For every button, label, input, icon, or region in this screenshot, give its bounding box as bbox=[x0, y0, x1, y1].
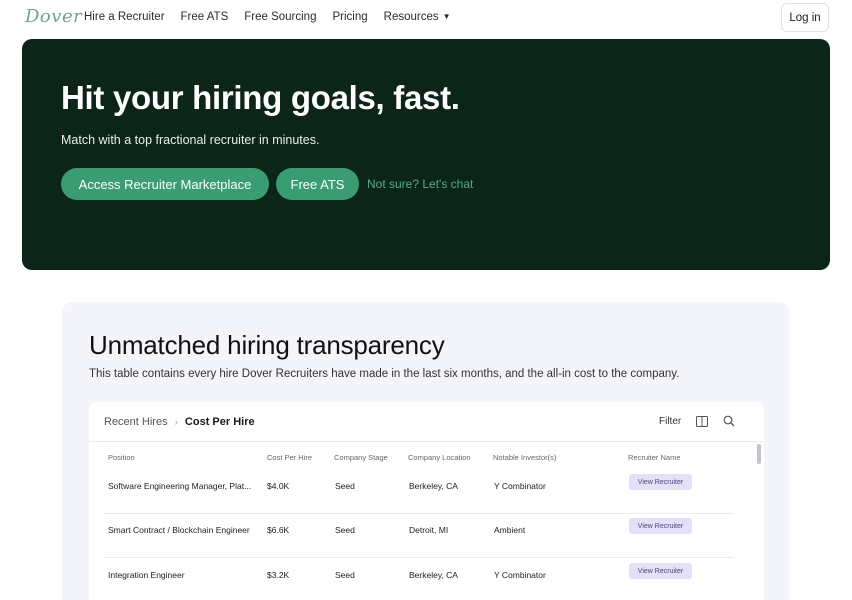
row-divider bbox=[104, 557, 734, 558]
nav-link-hire-recruiter[interactable]: Hire a Recruiter bbox=[84, 11, 165, 23]
cell-cost: $4.0K bbox=[267, 481, 290, 491]
breadcrumb-cost-per-hire: Cost Per Hire bbox=[184, 416, 255, 428]
section-title: Unmatched hiring transparency bbox=[89, 330, 445, 360]
hero-title: Hit your hiring goals, fast. bbox=[61, 79, 460, 116]
column-header-position[interactable]: Position bbox=[108, 453, 135, 462]
cell-position: Software Engineering Manager, Plat... bbox=[108, 481, 252, 491]
table-scrollbar[interactable] bbox=[757, 444, 761, 464]
lets-chat-link[interactable]: Not sure? Let's chat bbox=[367, 177, 473, 191]
column-header-recruiter[interactable]: Recruiter Name bbox=[628, 453, 681, 462]
hero-subtitle: Match with a top fractional recruiter in… bbox=[61, 133, 320, 147]
access-marketplace-button[interactable]: Access Recruiter Marketplace bbox=[61, 168, 269, 200]
cell-cost: $6.6K bbox=[267, 525, 290, 535]
hero-banner: Hit your hiring goals, fast. Match with … bbox=[22, 39, 830, 270]
cell-investor: Y Combinator bbox=[494, 481, 546, 491]
cell-cost: $3.2K bbox=[267, 570, 290, 580]
column-header-location[interactable]: Company Location bbox=[408, 453, 471, 462]
top-nav: Dover Hire a Recruiter Free ATS Free Sou… bbox=[0, 0, 852, 36]
cell-position: Smart Contract / Blockchain Engineer bbox=[108, 525, 250, 535]
column-header-stage[interactable]: Company Stage bbox=[334, 453, 388, 462]
breadcrumb: Recent Hires › Cost Per Hire bbox=[104, 416, 255, 428]
dover-logo[interactable]: Dover bbox=[25, 6, 82, 27]
filter-button[interactable]: Filter bbox=[659, 416, 681, 427]
view-recruiter-button[interactable]: View Recruiter bbox=[629, 474, 692, 490]
hires-table: Recent Hires › Cost Per Hire Filter Posi… bbox=[89, 402, 764, 600]
free-ats-button[interactable]: Free ATS bbox=[276, 168, 359, 200]
cell-position: Integration Engineer bbox=[108, 570, 185, 580]
cell-location: Berkeley, CA bbox=[409, 570, 458, 580]
cell-investor: Ambient bbox=[494, 525, 526, 535]
search-icon[interactable] bbox=[723, 415, 735, 427]
nav-link-free-ats[interactable]: Free ATS bbox=[181, 11, 229, 23]
nav-links: Hire a Recruiter Free ATS Free Sourcing … bbox=[84, 11, 467, 23]
caret-down-icon: ▼ bbox=[442, 12, 451, 21]
view-recruiter-button[interactable]: View Recruiter bbox=[629, 563, 692, 579]
cell-location: Berkeley, CA bbox=[409, 481, 458, 491]
nav-link-resources[interactable]: Resources ▼ bbox=[384, 11, 451, 23]
cell-stage: Seed bbox=[335, 570, 355, 580]
login-button[interactable]: Log in bbox=[781, 3, 829, 32]
column-header-cost[interactable]: Cost Per Hire bbox=[267, 453, 312, 462]
cell-stage: Seed bbox=[335, 525, 355, 535]
cell-location: Detroit, MI bbox=[409, 525, 449, 535]
nav-link-pricing[interactable]: Pricing bbox=[332, 11, 367, 23]
table-row[interactable]: Smart Contract / Blockchain Engineer $6.… bbox=[104, 514, 734, 558]
view-recruiter-button[interactable]: View Recruiter bbox=[629, 518, 692, 534]
columns-icon[interactable] bbox=[696, 416, 708, 427]
table-row[interactable]: Software Engineering Manager, Plat... $4… bbox=[104, 470, 734, 514]
cell-investor: Y Combinator bbox=[494, 570, 546, 580]
chevron-right-icon: › bbox=[174, 416, 178, 428]
nav-link-resources-label: Resources bbox=[383, 11, 439, 23]
breadcrumb-recent-hires[interactable]: Recent Hires bbox=[104, 416, 168, 428]
nav-link-free-sourcing[interactable]: Free Sourcing bbox=[244, 11, 316, 23]
column-header-investors[interactable]: Notable Investor(s) bbox=[493, 453, 556, 462]
table-toolbar: Recent Hires › Cost Per Hire Filter bbox=[89, 402, 764, 442]
section-subtitle: This table contains every hire Dover Rec… bbox=[89, 368, 680, 380]
transparency-section: Unmatched hiring transparency This table… bbox=[62, 302, 789, 600]
table-row[interactable]: Integration Engineer $3.2K Seed Berkeley… bbox=[104, 559, 734, 600]
cell-stage: Seed bbox=[335, 481, 355, 491]
